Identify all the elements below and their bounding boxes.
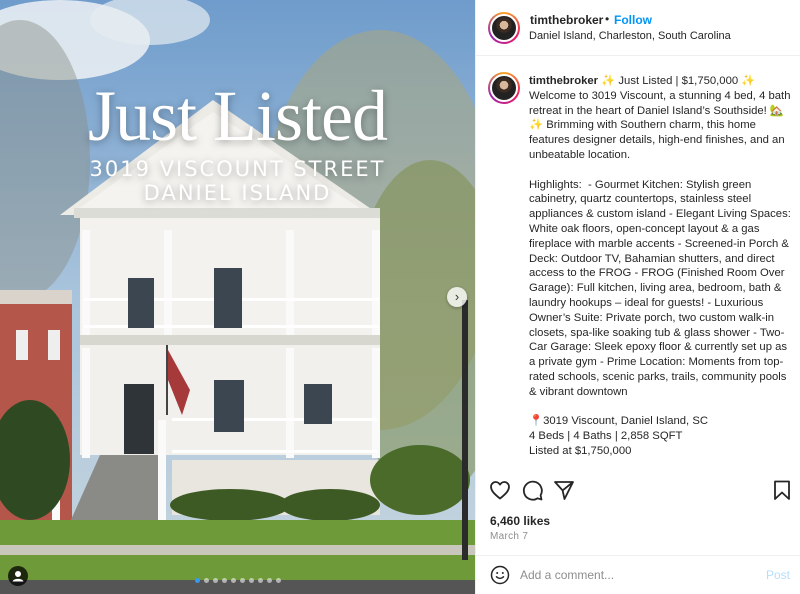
- listing-street: 3019 VISCOUNT STREET: [89, 157, 386, 181]
- header-username[interactable]: timthebroker: [530, 13, 603, 27]
- post-header: timthebroker • Follow Daniel Island, Cha…: [476, 0, 800, 56]
- post-date[interactable]: March 7: [490, 531, 528, 542]
- chevron-right-icon: ›: [454, 289, 460, 304]
- comment-bar: Post: [476, 555, 800, 594]
- caption-username[interactable]: timthebroker: [529, 75, 598, 87]
- share-icon: [554, 481, 574, 500]
- carousel-dot: [212, 578, 218, 583]
- caption-area: timthebroker ✨ Just Listed | $1,750,000 …: [476, 56, 800, 466]
- follow-button[interactable]: Follow: [614, 13, 652, 27]
- carousel-dot: [266, 578, 272, 583]
- comment-button[interactable]: [520, 478, 544, 502]
- header-separator: •: [605, 12, 610, 26]
- location-link[interactable]: Daniel Island, Charleston, South Carolin…: [529, 30, 731, 42]
- bookmark-icon: [774, 480, 790, 500]
- carousel-dot: [248, 578, 254, 583]
- action-bar: [476, 478, 800, 504]
- person-icon: [12, 571, 24, 582]
- carousel-dot: [203, 578, 209, 583]
- avatar[interactable]: [488, 12, 520, 44]
- carousel-indicator: [0, 578, 475, 583]
- post-panel: timthebroker • Follow Daniel Island, Cha…: [475, 0, 800, 594]
- share-button[interactable]: [552, 478, 576, 502]
- comment-icon: [522, 480, 543, 501]
- caption-body-text: ✨ Just Listed | $1,750,000 ✨ Welcome to …: [529, 75, 791, 457]
- likes-count[interactable]: 6,460 likes: [490, 514, 550, 528]
- listing-area: DANIEL ISLAND: [143, 181, 332, 205]
- save-button[interactable]: [770, 478, 794, 502]
- carousel-dot: [194, 578, 200, 583]
- carousel-dot: [275, 578, 281, 583]
- smiley-icon: [490, 565, 510, 585]
- caption-avatar[interactable]: [488, 72, 520, 104]
- post-comment-button[interactable]: Post: [766, 568, 790, 582]
- carousel-dot: [230, 578, 236, 583]
- tagged-users-button[interactable]: [8, 566, 28, 586]
- post-media[interactable]: Just Listed 3019 VISCOUNT STREET DANIEL …: [0, 0, 475, 594]
- comment-input[interactable]: [520, 566, 740, 584]
- caption-text: timthebroker ✨ Just Listed | $1,750,000 …: [529, 74, 793, 459]
- like-button[interactable]: [488, 478, 512, 502]
- carousel-next-button[interactable]: ›: [447, 287, 467, 307]
- carousel-dot: [239, 578, 245, 583]
- listing-title: Just Listed: [87, 76, 388, 156]
- heart-icon: [490, 481, 510, 500]
- carousel-dot: [221, 578, 227, 583]
- carousel-dot: [257, 578, 263, 583]
- emoji-button[interactable]: [490, 565, 510, 585]
